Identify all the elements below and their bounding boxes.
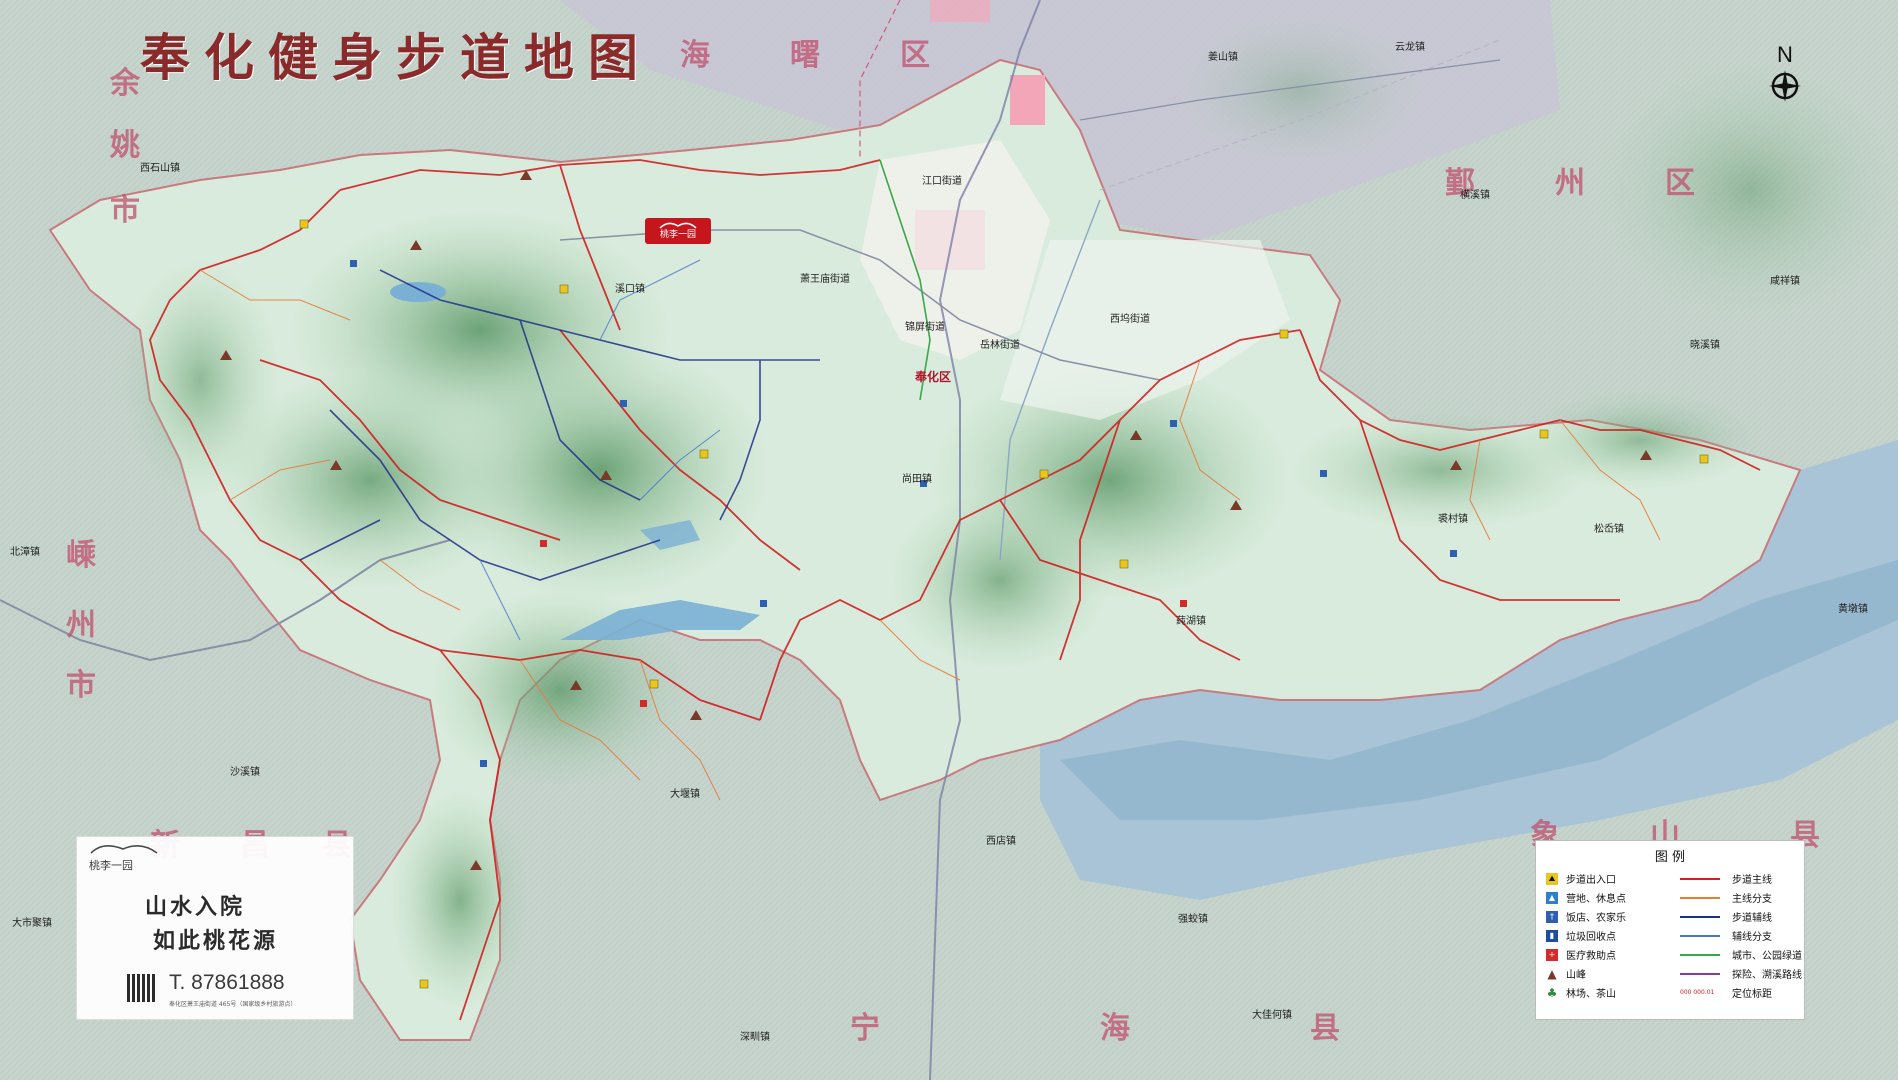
legend-entry: ▲ 营地、休息点 — [1546, 890, 1626, 905]
medical-icon: + — [1546, 948, 1558, 961]
map-stage[interactable]: 奉化健身步道地图 海 曙 区 鄞 州 区 余 姚 市 嵊 州 市 新 昌 县 象… — [0, 0, 1898, 1080]
legend-line-entry: 城市、公园绿道 — [1680, 947, 1802, 962]
place-shengao[interactable]: 深甽镇 — [740, 1028, 770, 1043]
line-swatch — [1680, 877, 1720, 880]
place-dayan[interactable]: 大堰镇 — [670, 785, 700, 800]
place-xidian[interactable]: 西店镇 — [986, 832, 1016, 847]
legend-entry: ♣ 林场、茶山 — [1546, 985, 1616, 1001]
legend-line-entry: 主线分支 — [1680, 890, 1772, 905]
line-swatch — [1680, 896, 1720, 899]
advert-slogan-1: 山水入院 — [145, 894, 246, 920]
line-swatch — [1680, 915, 1720, 918]
legend-entry: + 医疗救助点 — [1546, 947, 1616, 962]
place-tieshe[interactable]: 沙溪镇 — [230, 763, 260, 778]
place-center[interactable]: 奉化区 — [915, 368, 951, 385]
north-arrow: N — [1765, 42, 1805, 108]
advert-address: 奉化区萧王庙街道 465号（国家级乡村旅游点） — [169, 1001, 297, 1008]
place-shangtian[interactable]: 尚田镇 — [902, 470, 932, 485]
legend-entry: † 饭店、农家乐 — [1546, 909, 1626, 924]
resort-marker[interactable]: 桃李一园 — [645, 218, 711, 244]
advert-card: 桃李一园 山水入院 如此桃花源 T. 87861888 奉化区萧王庙街道 465… — [76, 836, 354, 1020]
place-yunlong[interactable]: 云龙镇 — [1395, 38, 1425, 53]
legend-line-entry: 000 000.01 定位标距 — [1680, 989, 1772, 1000]
advert-phone[interactable]: T. 87861888 — [169, 971, 285, 995]
advert-slogan-2: 如此桃花源 — [153, 928, 279, 954]
place-beizhang[interactable]: 北漳镇 — [10, 543, 40, 558]
legend-entry: ▮ 垃圾回收点 — [1546, 928, 1616, 943]
place-jiangkou[interactable]: 江口街道 — [922, 172, 962, 187]
peak-icon: ▲ — [1547, 966, 1557, 981]
map-title: 奉化健身步道地图 — [140, 28, 652, 87]
compass-icon — [1769, 70, 1801, 102]
place-xikou[interactable]: 溪口镇 — [615, 280, 645, 295]
brand-wave-icon — [90, 845, 158, 854]
place-jiangshan[interactable]: 姜山镇 — [1208, 48, 1238, 63]
place-songao[interactable]: 松岙镇 — [1594, 520, 1624, 535]
place-xiqushan[interactable]: 西石山镇 — [140, 159, 180, 174]
place-peicun[interactable]: 裘村镇 — [1438, 510, 1468, 525]
tent-icon: ▲ — [1546, 891, 1558, 904]
wave-icon — [659, 222, 697, 229]
place-dashijie[interactable]: 大市聚镇 — [12, 914, 52, 929]
walker-icon: ⛰ — [1546, 872, 1558, 885]
place-yuelin[interactable]: 岳林街道 — [980, 336, 1020, 351]
legend-entry: ⛰ 步道出入口 — [1546, 871, 1616, 886]
qr-code-icon[interactable] — [127, 974, 155, 1002]
legend-title: 图 例 — [1654, 850, 1686, 865]
place-qiangjiao[interactable]: 强蛟镇 — [1178, 910, 1208, 925]
resort-marker-label: 桃李一园 — [659, 230, 696, 240]
line-swatch — [1680, 934, 1720, 937]
legend-entry: ▲ 山峰 — [1547, 966, 1586, 982]
place-xiaozhou[interactable]: 晓溪镇 — [1690, 336, 1720, 351]
line-swatch — [1680, 972, 1720, 975]
legend-line-entry: 辅线分支 — [1680, 928, 1772, 943]
place-hengxi[interactable]: 横溪镇 — [1460, 186, 1490, 201]
marker-sample: 000 000.01 — [1680, 989, 1715, 996]
place-jiangtoumen[interactable]: 大佳何镇 — [1252, 1006, 1292, 1021]
place-xiwu[interactable]: 西坞街道 — [1110, 310, 1150, 325]
line-swatch — [1680, 953, 1720, 956]
place-chunhu[interactable]: 莼湖镇 — [1176, 612, 1206, 627]
advert-brand: 桃李一园 — [89, 859, 133, 872]
place-huangtan[interactable]: 黄墩镇 — [1838, 600, 1868, 615]
tree-icon: ♣ — [1546, 985, 1558, 1000]
place-xianxiang[interactable]: 咸祥镇 — [1770, 272, 1800, 287]
place-jinping[interactable]: 锦屏街道 — [905, 318, 945, 333]
map-legend: 图 例 ⛰ 步道出入口 ▲ 营地、休息点 † 饭店、农家乐 ▮ 垃圾回收点 + 医疗救助点… — [1535, 840, 1805, 1020]
place-xiaowangmiao[interactable]: 萧王庙街道 — [800, 270, 850, 285]
legend-line-entry: 步道辅线 — [1680, 909, 1772, 924]
north-label: N — [1777, 42, 1793, 67]
legend-line-entry: 步道主线 — [1680, 871, 1772, 886]
trash-icon: ▮ — [1546, 929, 1558, 942]
fork-knife-icon: † — [1546, 910, 1558, 923]
legend-line-entry: 探险、溯溪路线 — [1680, 966, 1802, 981]
